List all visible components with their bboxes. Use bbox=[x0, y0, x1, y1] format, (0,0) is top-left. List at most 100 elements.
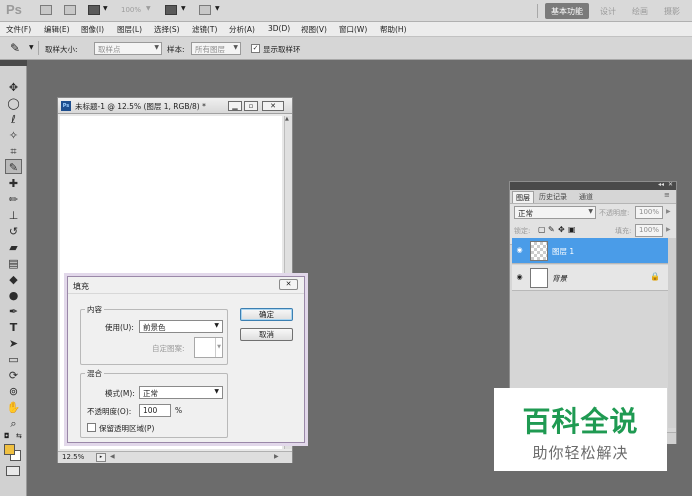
quick-mask-icon[interactable] bbox=[6, 466, 20, 476]
layer-opacity-input[interactable]: 100% bbox=[635, 206, 663, 219]
fill-input[interactable]: 100% bbox=[635, 224, 663, 237]
lock-transparent-icon[interactable]: ▢ bbox=[538, 225, 546, 234]
toolbox-header[interactable] bbox=[0, 60, 27, 66]
menu-file[interactable]: 文件(F) bbox=[6, 24, 31, 35]
workspace-photography[interactable]: 摄影 bbox=[659, 3, 685, 19]
scroll-up-icon[interactable]: ▲ bbox=[285, 116, 289, 122]
pen-tool-icon[interactable]: ✒ bbox=[5, 304, 22, 319]
menu-3d[interactable]: 3D(D) bbox=[268, 24, 290, 33]
move-tool-icon[interactable]: ✥ bbox=[5, 80, 22, 95]
chevron-down-icon[interactable]: ▼ bbox=[29, 44, 34, 51]
lasso-tool-icon[interactable]: ℓ bbox=[5, 112, 22, 127]
maximize-icon[interactable]: ▫ bbox=[244, 101, 258, 111]
bridge-icon[interactable] bbox=[40, 5, 52, 15]
chevron-down-icon[interactable]: ▼ bbox=[181, 5, 186, 12]
tab-channels[interactable]: 通道 bbox=[576, 191, 596, 203]
ok-button[interactable]: 确定 bbox=[240, 308, 293, 321]
panel-header[interactable]: ◂◂ ✕ bbox=[510, 181, 676, 190]
visibility-eye-icon[interactable]: ◉ bbox=[515, 273, 524, 282]
menu-view[interactable]: 视图(V) bbox=[301, 24, 327, 35]
menu-select[interactable]: 选择(S) bbox=[154, 24, 180, 35]
menu-layer[interactable]: 图层(L) bbox=[117, 24, 142, 35]
close-icon[interactable]: ✕ bbox=[262, 101, 284, 111]
chevron-right-icon[interactable]: ▶ bbox=[666, 208, 671, 215]
view-extras-icon[interactable] bbox=[88, 5, 100, 15]
quick-select-tool-icon[interactable]: ✧ bbox=[5, 128, 22, 143]
mode-select[interactable]: 正常 ▼ bbox=[139, 386, 223, 399]
menu-edit[interactable]: 编辑(E) bbox=[44, 24, 70, 35]
arrange-documents-icon[interactable] bbox=[165, 5, 177, 15]
layer-row-layer1[interactable]: ◉ 图层 1 bbox=[512, 238, 675, 264]
gradient-tool-icon[interactable]: ▤ bbox=[5, 256, 22, 271]
cancel-button[interactable]: 取消 bbox=[240, 328, 293, 341]
eraser-tool-icon[interactable]: ▰ bbox=[5, 240, 22, 255]
crop-tool-icon[interactable]: ⌗ bbox=[5, 144, 22, 159]
eyedropper-icon[interactable]: ✎ bbox=[10, 41, 20, 55]
clone-stamp-tool-icon[interactable]: ⊥ bbox=[5, 208, 22, 223]
use-select[interactable]: 前景色 ▼ bbox=[139, 320, 223, 333]
tab-history[interactable]: 历史记录 bbox=[536, 191, 570, 203]
chevron-right-icon[interactable]: ▶ bbox=[666, 226, 671, 233]
opacity-input[interactable]: 100 bbox=[139, 404, 171, 417]
eyedropper-tool-icon[interactable]: ✎ bbox=[5, 159, 22, 174]
mini-bridge-icon[interactable] bbox=[64, 5, 76, 15]
layer-name[interactable]: 背景 bbox=[552, 273, 567, 284]
layers-scrollbar[interactable] bbox=[668, 238, 676, 428]
menu-analysis[interactable]: 分析(A) bbox=[229, 24, 255, 35]
marquee-tool-icon[interactable]: ◯ bbox=[5, 96, 22, 111]
workspace-essentials[interactable]: 基本功能 bbox=[545, 3, 589, 19]
sample-size-select[interactable]: 取样点 ▼ bbox=[94, 42, 162, 55]
default-colors-icon[interactable]: ◘ bbox=[4, 432, 10, 440]
blend-mode-select[interactable]: 正常 ▼ bbox=[514, 206, 596, 219]
zoom-tool-icon[interactable]: ⌕ bbox=[5, 416, 22, 431]
zoom-percentage[interactable]: 12.5% bbox=[62, 453, 84, 461]
tab-layers[interactable]: 图层 bbox=[512, 191, 534, 203]
layer-name[interactable]: 图层 1 bbox=[552, 246, 574, 257]
preserve-transparency-checkbox[interactable] bbox=[87, 423, 96, 432]
menu-window[interactable]: 窗口(W) bbox=[339, 24, 367, 35]
sample-size-label: 取样大小: bbox=[45, 45, 78, 54]
hand-tool-icon[interactable]: ✋ bbox=[5, 400, 22, 415]
menu-help[interactable]: 帮助(H) bbox=[380, 24, 407, 35]
dialog-titlebar[interactable]: 填充 ✕ bbox=[68, 277, 304, 294]
lock-all-icon[interactable]: ▣ bbox=[568, 225, 576, 234]
visibility-eye-icon[interactable]: ◉ bbox=[515, 246, 524, 255]
pattern-picker[interactable]: ▼ bbox=[194, 337, 223, 358]
chevron-down-icon[interactable]: ▼ bbox=[215, 5, 220, 12]
minimize-icon[interactable]: ▁ bbox=[228, 101, 242, 111]
document-titlebar[interactable]: Ps 未标题-1 @ 12.5% (图层 1, RGB/8) * ▁ ▫ ✕ bbox=[58, 98, 292, 114]
chevron-down-icon[interactable]: ▼ bbox=[103, 5, 108, 12]
workspace-painting[interactable]: 绘画 bbox=[627, 3, 653, 19]
collapse-icon[interactable]: ◂◂ bbox=[658, 181, 664, 188]
dodge-tool-icon[interactable]: ● bbox=[5, 288, 22, 303]
close-icon[interactable]: ✕ bbox=[279, 279, 298, 290]
lock-icon: 🔒 bbox=[650, 272, 660, 281]
screen-mode-icon[interactable] bbox=[199, 5, 211, 15]
history-brush-tool-icon[interactable]: ↺ bbox=[5, 224, 22, 239]
status-menu-icon[interactable]: ▸ bbox=[96, 453, 106, 462]
sample-select[interactable]: 所有图层 ▼ bbox=[191, 42, 241, 55]
foreground-color-swatch[interactable] bbox=[4, 444, 15, 455]
workspace-design[interactable]: 设计 bbox=[595, 3, 621, 19]
chevron-down-icon[interactable]: ▼ bbox=[146, 5, 151, 12]
close-icon[interactable]: ✕ bbox=[668, 181, 673, 188]
zoom-level[interactable]: 100% bbox=[121, 6, 141, 14]
scroll-left-icon[interactable]: ◀ bbox=[110, 453, 115, 460]
menu-filter[interactable]: 滤镜(T) bbox=[192, 24, 217, 35]
show-ring-checkbox[interactable]: ✓ bbox=[251, 44, 260, 53]
menu-image[interactable]: 图像(I) bbox=[81, 24, 104, 35]
lock-pixels-icon[interactable]: ✎ bbox=[548, 225, 555, 234]
swap-colors-icon[interactable]: ⇆ bbox=[16, 432, 22, 440]
healing-tool-icon[interactable]: ✚ bbox=[5, 176, 22, 191]
layer-row-background[interactable]: ◉ 背景 🔒 bbox=[512, 265, 675, 291]
scroll-right-icon[interactable]: ▶ bbox=[274, 453, 279, 460]
3d-orbit-tool-icon[interactable]: ⊚ bbox=[5, 384, 22, 399]
shape-tool-icon[interactable]: ▭ bbox=[5, 352, 22, 367]
panel-menu-icon[interactable]: ≡ bbox=[664, 191, 670, 199]
type-tool-icon[interactable]: T bbox=[5, 320, 22, 335]
3d-rotate-tool-icon[interactable]: ⟳ bbox=[5, 368, 22, 383]
path-select-tool-icon[interactable]: ➤ bbox=[5, 336, 22, 351]
brush-tool-icon[interactable]: ✏ bbox=[5, 192, 22, 207]
blur-tool-icon[interactable]: ◆ bbox=[5, 272, 22, 287]
lock-position-icon[interactable]: ✥ bbox=[558, 225, 565, 234]
